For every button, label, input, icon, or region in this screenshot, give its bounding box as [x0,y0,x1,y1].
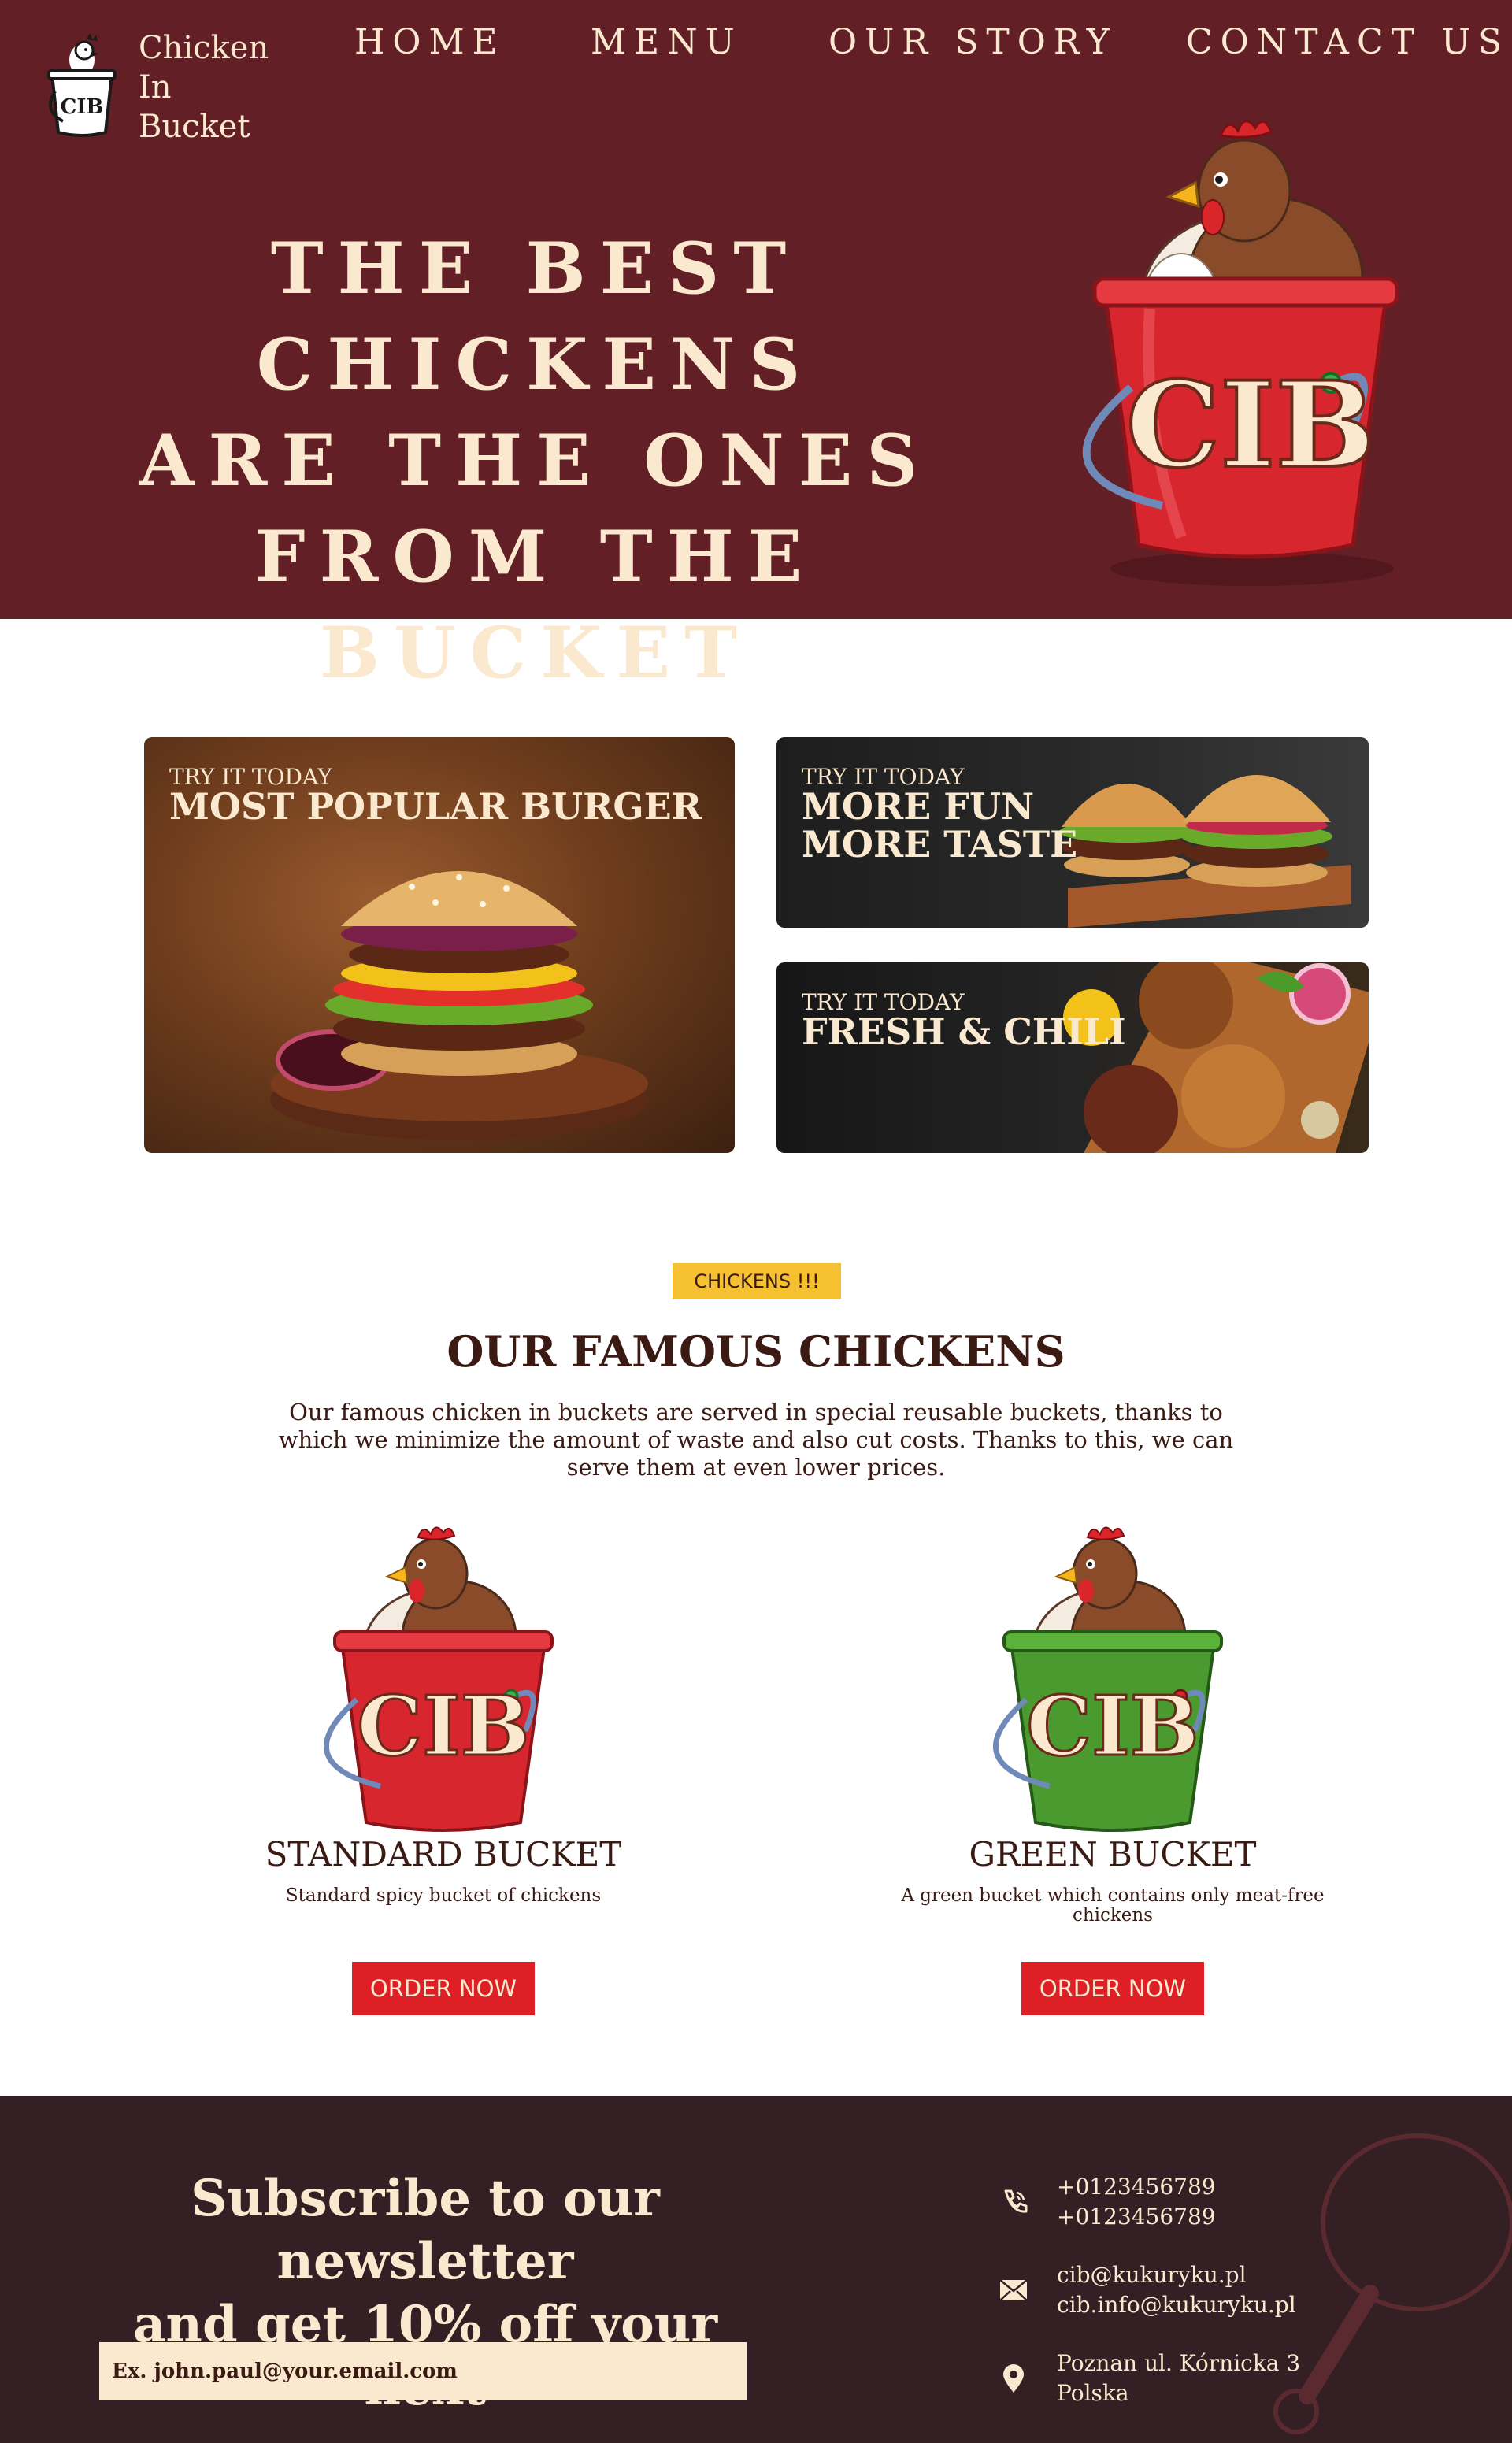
hero-title-line: FROM THE BUCKET [254,515,817,695]
nav-contact-us[interactable]: CONTACT US [1186,22,1510,62]
burgers-on-board-image [1059,775,1351,928]
newsletter-title-line: Subscribe to our newsletter [191,2169,660,2291]
nav-menu[interactable]: MENU [591,22,743,62]
product-bucket-text: CIB [357,1677,529,1774]
chicken-in-red-bucket-illustration: CIB [1082,120,1399,586]
section-badge: CHICKENS !!! [673,1263,841,1299]
product-card-green-bucket: CIB GREEN BUCKET A green bucket which co… [892,1518,1333,2015]
promo-card-more-fun[interactable]: TRY IT TODAY MORE FUN MORE TASTE [776,737,1369,928]
promo-title-line: MORE FUN [802,785,1035,828]
product-name: STANDARD BUCKET [265,1835,622,1874]
promo-title: MORE FUN MORE TASTE [802,788,1077,863]
promo-card-popular-burger[interactable]: TRY IT TODAY MOST POPULAR BURGER [144,737,735,1153]
email-addresses: cib@kukuryku.pl cib.info@kukuryku.pl [1057,2260,1296,2320]
green-bucket-chicken-image: CIB [993,1526,1223,1832]
product-bucket-text: CIB [1026,1677,1199,1774]
nav-home[interactable]: HOME [354,22,506,62]
phone-numbers: +0123456789 +0123456789 [1057,2172,1216,2232]
phone-number[interactable]: +0123456789 [1057,2172,1216,2202]
newsletter-email-input[interactable] [99,2342,747,2400]
contact-address: Poznan ul. Kórnicka 3 Polska [994,2348,1300,2408]
hero-title-line: THE BEST CHICKENS [256,227,815,406]
contact-email: cib@kukuryku.pl cib.info@kukuryku.pl [994,2260,1296,2320]
email-address[interactable]: cib@kukuryku.pl [1057,2260,1296,2290]
promo-card-fresh-chili[interactable]: TRY IT TODAY FRESH & CHILI [776,962,1369,1153]
address-line: Poznan ul. Kórnicka 3 [1057,2350,1301,2376]
nav-our-story[interactable]: OUR STORY [828,22,1117,62]
envelope-icon [994,2271,1033,2310]
promo-title-line: FRESH & CHILI [802,1010,1126,1053]
promo-title-line: MORE TASTE [802,823,1078,866]
product-card-standard-bucket: CIB STANDARD BUCKET Standard spicy bucke… [223,1518,664,2015]
promo-title-line: MOST POPULAR BURGER [169,785,702,828]
product-description: Standard spicy bucket of chickens [285,1885,602,1906]
location-pin-icon [994,2359,1033,2398]
burger-image [270,871,648,1140]
main-nav: HOME MENU OUR STORY CONTACT US [0,22,1512,69]
order-now-button[interactable]: ORDER NOW [1021,1962,1204,2015]
brand-name-line: Bucket [139,109,250,145]
hero-title-line: ARE THE ONES [139,419,932,502]
product-description: A green bucket which contains only meat-… [901,1885,1325,1926]
phone-number[interactable]: +0123456789 [1057,2202,1216,2232]
address: Poznan ul. Kórnicka 3 Polska [1057,2348,1300,2408]
hero-title: THE BEST CHICKENS ARE THE ONES FROM THE … [32,221,1040,701]
red-bucket-chicken-image: CIB [324,1526,554,1832]
address-line: Polska [1057,2380,1129,2406]
section-description: Our famous chicken in buckets are served… [278,1399,1234,1481]
phone-icon [994,2182,1033,2222]
hero-bucket-text: CIB [1126,356,1375,495]
order-now-button[interactable]: ORDER NOW [352,1962,535,2015]
promo-title: FRESH & CHILI [802,1013,1126,1051]
footer: Subscribe to our newsletter and get 10% … [0,2096,1512,2443]
section-title: OUR FAMOUS CHICKENS [447,1326,1065,1377]
hero-section: CIB Chicken In Bucket HOME MENU OUR STOR… [0,0,1512,695]
product-name: GREEN BUCKET [969,1835,1257,1874]
email-address[interactable]: cib.info@kukuryku.pl [1057,2290,1296,2320]
logo-bucket-text: CIB [61,95,104,119]
promo-title: MOST POPULAR BURGER [169,788,702,825]
contact-phone: +0123456789 +0123456789 [994,2172,1216,2232]
brand-name-line: In [139,69,172,106]
burger-ingredients-image [1063,962,1369,1153]
